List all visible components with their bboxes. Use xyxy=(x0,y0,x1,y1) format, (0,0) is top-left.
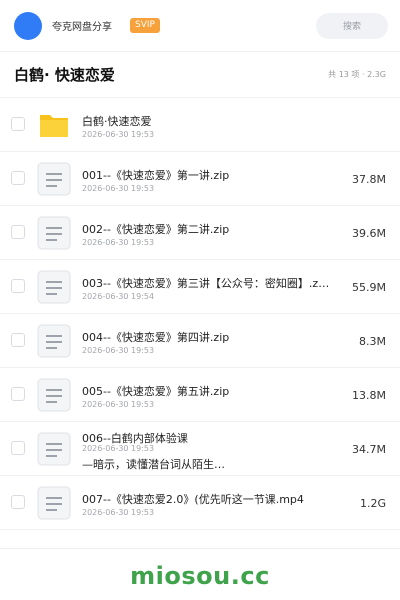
file-name: 001--《快速恋爱》第一讲.zip xyxy=(82,169,230,182)
footer-divider xyxy=(0,548,400,549)
file-name: 004--《快速恋爱》第四讲.zip xyxy=(82,331,230,344)
file-date: 2026-06-30 19:53 xyxy=(82,444,155,453)
folder-title-bar: 白鹤· 快速恋爱 共 13 项 · 2.3G xyxy=(0,52,400,98)
file-row[interactable]: 005--《快速恋爱》第五讲.zip 2026-06-30 19:53 13.8M xyxy=(0,368,400,422)
svip-badge: SVIP xyxy=(130,18,160,33)
select-checkbox[interactable] xyxy=(11,279,25,293)
file-name-line2: —暗示，读懂潜台词从陌生… xyxy=(82,458,225,471)
file-name: 003--《快速恋爱》第三讲【公众号：密知圈】.z… xyxy=(82,277,330,290)
file-name: 002--《快速恋爱》第二讲.zip xyxy=(82,223,230,236)
select-checkbox[interactable] xyxy=(11,333,25,347)
file-name: 白鹤·快速恋爱 xyxy=(82,115,152,128)
file-size: 1.2G xyxy=(359,497,386,510)
file-row[interactable]: 004--《快速恋爱》第四讲.zip 2026-06-30 19:53 8.3M xyxy=(0,314,400,368)
select-checkbox[interactable] xyxy=(11,171,25,185)
file-icon xyxy=(37,162,71,196)
search-button[interactable]: 搜索 xyxy=(316,12,388,39)
file-icon xyxy=(37,432,71,466)
file-icon xyxy=(37,270,71,304)
watermark: miosou.cc xyxy=(130,562,270,590)
folder-icon xyxy=(37,108,71,142)
file-row[interactable]: 003--《快速恋爱》第三讲【公众号：密知圈】.z… 2026-06-30 19:… xyxy=(0,260,400,314)
folder-summary: 共 13 项 · 2.3G xyxy=(328,70,386,79)
select-checkbox[interactable] xyxy=(11,387,25,401)
file-date: 2026-06-30 19:53 xyxy=(82,238,155,247)
file-date: 2026-06-30 19:53 xyxy=(82,184,155,193)
file-size: 55.9M xyxy=(352,281,386,294)
file-icon xyxy=(37,324,71,358)
search-placeholder: 搜索 xyxy=(342,22,361,32)
select-checkbox[interactable] xyxy=(11,441,25,455)
select-checkbox[interactable] xyxy=(11,495,25,509)
file-size: 8.3M xyxy=(359,335,386,348)
file-date: 2026-06-30 19:53 xyxy=(82,508,155,517)
select-checkbox[interactable] xyxy=(11,225,25,239)
file-size: 39.6M xyxy=(352,227,386,240)
file-date: 2026-06-30 19:53 xyxy=(82,346,155,355)
file-list: 白鹤·快速恋爱 2026-06-30 19:53 001--《快速恋爱》第一讲.zi… xyxy=(0,98,400,530)
file-icon xyxy=(37,216,71,250)
file-size: 37.8M xyxy=(352,173,386,186)
file-row[interactable]: 白鹤·快速恋爱 2026-06-30 19:53 xyxy=(0,98,400,152)
file-row[interactable]: 006--白鹤内部体验课 2026-06-30 19:53 —暗示，读懂潜台词从陌生… xyxy=(0,422,400,476)
top-bar: 夸克网盘分享 SVIP 搜索 xyxy=(0,0,400,52)
file-row[interactable]: 001--《快速恋爱》第一讲.zip 2026-06-30 19:53 37.8M xyxy=(0,152,400,206)
file-row[interactable]: 002--《快速恋爱》第二讲.zip 2026-06-30 19:53 39.6M xyxy=(0,206,400,260)
file-name: 005--《快速恋爱》第五讲.zip xyxy=(82,385,230,398)
file-date: 2026-06-30 19:54 xyxy=(82,292,155,301)
file-size: 34.7M xyxy=(352,443,386,456)
file-icon xyxy=(37,378,71,412)
file-icon xyxy=(37,486,71,520)
avatar[interactable] xyxy=(14,11,42,40)
file-date: 2026-06-30 19:53 xyxy=(82,400,155,409)
sharer-name: 夸克网盘分享 xyxy=(52,22,112,33)
file-date: 2026-06-30 19:53 xyxy=(82,130,155,139)
file-size: 13.8M xyxy=(352,389,386,402)
file-name: 007--《快速恋爱2.0》(优先听这一节课.mp4 xyxy=(82,493,304,506)
select-checkbox[interactable] xyxy=(11,117,25,131)
file-row[interactable]: 007--《快速恋爱2.0》(优先听这一节课.mp4 2026-06-30 19:… xyxy=(0,476,400,530)
page-title: 白鹤· 快速恋爱 xyxy=(14,66,115,84)
